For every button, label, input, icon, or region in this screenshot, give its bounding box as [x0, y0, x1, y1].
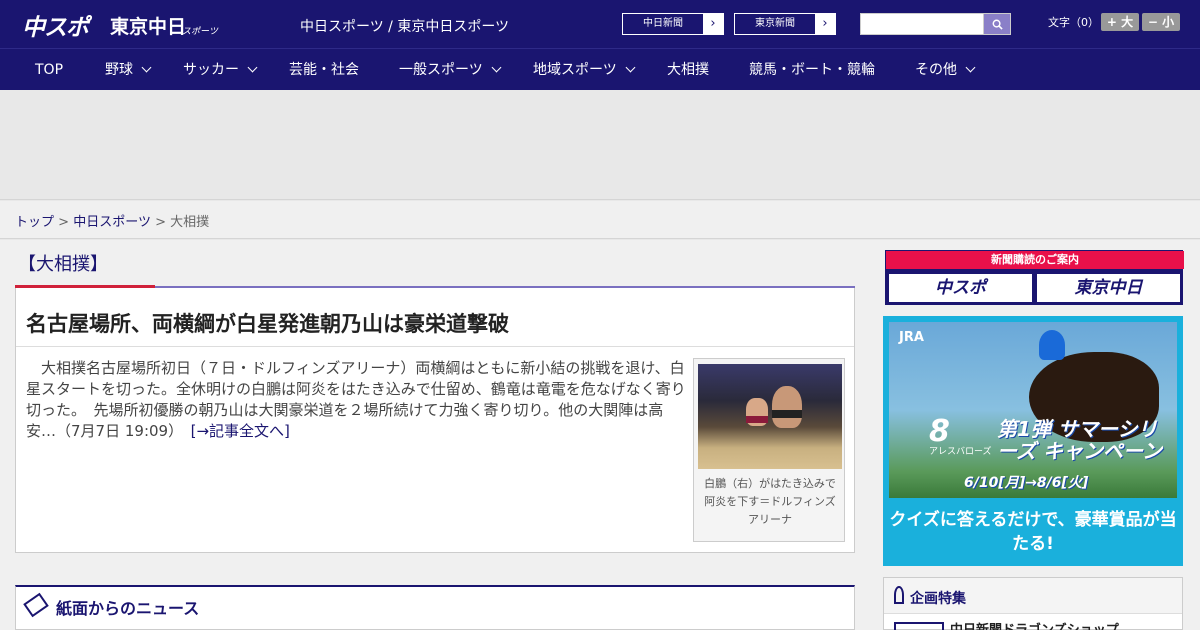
article-card: 名古屋場所、両横綱が白星発進朝乃山は豪栄道撃破 大相撲名古屋場所初日（７日・ドル…: [15, 288, 855, 553]
news-section-title: 紙面からのニュース: [56, 599, 200, 618]
article-photo-box: 白鵬（右）がはたき込みで阿炎を下す＝ドルフィンズアリーナ: [693, 358, 845, 542]
chevron-down-icon: [491, 62, 502, 73]
jra-ad-image: JRA 8 アレスバローズ 第1弾 サマーシリーズ キャンペーン 6/10[月]…: [889, 322, 1177, 498]
tokyo-chunichi-logo-sub: スポーツ: [182, 27, 218, 37]
chevron-right-icon: ›: [703, 14, 723, 34]
nav-item-other[interactable]: その他: [915, 49, 976, 91]
site-title: 中日スポーツ / 東京中日スポーツ: [300, 19, 510, 35]
subscribe-tokyo-chunichi-button[interactable]: 東京中日: [1037, 274, 1180, 302]
category-title: 【大相撲】: [18, 254, 108, 275]
top-header: 中スポ 東京中日 スポーツ 中日スポーツ / 東京中日スポーツ 中日新聞 › 東…: [0, 0, 1200, 48]
nav-item-baseball[interactable]: 野球: [105, 49, 152, 91]
chevron-down-icon: [965, 62, 976, 73]
chevron-down-icon: [141, 62, 152, 73]
jra-logo: JRA: [899, 330, 924, 345]
jra-ad-dates: 6/10[月]→8/6[火]: [964, 475, 1089, 491]
sidebar: 新聞購読のご案内 中スポ 東京中日 JRA 8 アレスバローズ 第1弾 サマーシ…: [870, 240, 1200, 630]
subscription-header: 新聞購読のご案内: [886, 251, 1184, 269]
jra-ad-number-sub: アレスバローズ: [929, 447, 992, 457]
jockey-figure: [1039, 330, 1065, 360]
breadcrumb-separator: >: [155, 215, 166, 230]
nav-item-entertainment[interactable]: 芸能・社会: [289, 49, 359, 91]
special-feature-link[interactable]: 中日新聞ドラゴンズショップ: [950, 619, 1119, 630]
main-nav: TOP 野球 サッカー 芸能・社会 一般スポーツ 地域スポーツ 大相撲 競馬・ボ…: [0, 48, 1200, 90]
nav-item-general-sports[interactable]: 一般スポーツ: [399, 49, 502, 91]
article-summary-text: 大相撲名古屋場所初日（７日・ドルフィンズアリーナ）両横綱はともに新小結の挑戦を退…: [26, 359, 686, 440]
chevron-down-icon: [625, 62, 636, 73]
special-features-header: 企画特集: [884, 578, 1182, 614]
sumo-photo[interactable]: [698, 364, 842, 469]
nav-item-racing[interactable]: 競馬・ボート・競輪: [749, 49, 875, 91]
breadcrumb-current: 大相撲: [170, 215, 210, 230]
special-features-box: 企画特集 中日新聞ドラゴンズショップ: [883, 577, 1183, 630]
special-features-title: 企画特集: [910, 591, 966, 607]
nav-item-label: 一般スポーツ: [399, 62, 483, 78]
font-size-larger-button[interactable]: + 大: [1101, 13, 1139, 31]
breadcrumb: トップ > 中日スポーツ > 大相撲: [15, 211, 209, 230]
subscription-box: 新聞購読のご案内 中スポ 東京中日: [885, 250, 1184, 305]
article-headline[interactable]: 名古屋場所、両横綱が白星発進朝乃山は豪栄道撃破: [26, 308, 509, 338]
breadcrumb-separator: >: [58, 215, 70, 230]
breadcrumb-bar: トップ > 中日スポーツ > 大相撲: [0, 201, 1200, 239]
nav-item-label: サッカー: [183, 62, 239, 78]
mawashi-shape: [772, 410, 802, 418]
search-input[interactable]: [860, 13, 984, 35]
chevron-down-icon: [247, 62, 258, 73]
search-icon: [992, 19, 1003, 30]
font-size-label: 文字（0）: [1048, 16, 1099, 29]
chuspo-logo[interactable]: 中スポ: [22, 8, 89, 42]
nav-item-top[interactable]: TOP: [35, 49, 63, 91]
ribbon-icon: [894, 586, 904, 604]
chevron-right-icon: ›: [815, 14, 835, 34]
main-content: 【大相撲】 名古屋場所、両横綱が白星発進朝乃山は豪栄道撃破 大相撲名古屋場所初日…: [0, 240, 870, 630]
shop-icon: [894, 622, 944, 630]
jra-ad-banner[interactable]: JRA 8 アレスバローズ 第1弾 サマーシリーズ キャンペーン 6/10[月]…: [883, 316, 1183, 566]
search-button[interactable]: [983, 13, 1011, 35]
paper-link-label: 中日新聞: [643, 18, 683, 29]
nav-item-sumo[interactable]: 大相撲: [667, 49, 709, 91]
chunichi-shimbun-link[interactable]: 中日新聞 ›: [622, 13, 724, 35]
jra-ad-quiz-text: クイズに答えるだけで、豪華賞品が当たる!: [889, 510, 1177, 554]
font-size-smaller-button[interactable]: − 小: [1142, 13, 1180, 31]
breadcrumb-link-chunichi-sports[interactable]: 中日スポーツ: [73, 215, 151, 230]
nav-item-label: その他: [915, 62, 957, 78]
nav-item-soccer[interactable]: サッカー: [183, 49, 258, 91]
divider: [16, 346, 854, 347]
tokyo-chunichi-logo[interactable]: 東京中日: [110, 12, 186, 39]
jra-ad-campaign: 第1弾 サマーシリーズ キャンペーン: [997, 417, 1162, 463]
nav-item-label: 地域スポーツ: [533, 62, 617, 78]
wrestler-figure: [772, 386, 802, 428]
nav-item-label: 野球: [105, 62, 133, 78]
ad-banner-area: [0, 90, 1200, 200]
newspaper-icon: [23, 592, 49, 618]
nav-item-label: 競馬・ボート・競輪: [749, 62, 875, 78]
subscribe-chuspo-button[interactable]: 中スポ: [889, 274, 1032, 302]
mawashi-shape: [746, 416, 768, 423]
article-summary: 大相撲名古屋場所初日（７日・ドルフィンズアリーナ）両横綱はともに新小結の挑戦を退…: [26, 358, 686, 442]
paper-link-label: 東京新聞: [755, 18, 795, 29]
photo-caption: 白鵬（右）がはたき込みで阿炎を下す＝ドルフィンズアリーナ: [704, 477, 836, 526]
nav-item-label: 大相撲: [667, 62, 709, 78]
nav-item-label: 芸能・社会: [289, 62, 359, 78]
news-section-header: 紙面からのニュース: [15, 585, 855, 630]
read-more-link[interactable]: [→記事全文へ]: [191, 422, 290, 440]
nav-item-local-sports[interactable]: 地域スポーツ: [533, 49, 636, 91]
nav-item-label: TOP: [35, 62, 64, 78]
tokyo-shimbun-link[interactable]: 東京新聞 ›: [734, 13, 836, 35]
breadcrumb-link-top[interactable]: トップ: [15, 215, 54, 230]
